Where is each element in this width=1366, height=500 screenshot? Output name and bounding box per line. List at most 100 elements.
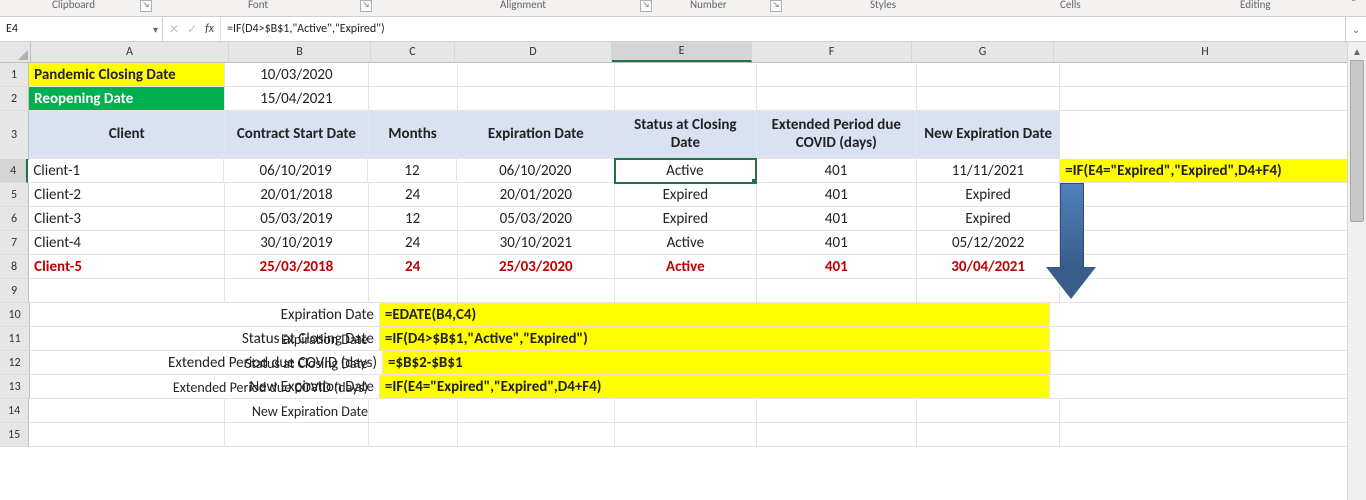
cell-A11[interactable] bbox=[30, 327, 232, 351]
scroll-up-icon[interactable]: ▲ bbox=[1348, 42, 1366, 61]
cell-G4[interactable]: 11/11/2021 bbox=[917, 159, 1061, 183]
cell-E5[interactable]: Expired bbox=[615, 183, 757, 207]
cell-C15[interactable] bbox=[369, 423, 458, 447]
cell-G7[interactable]: 05/12/2022 bbox=[917, 231, 1060, 255]
cell-F9[interactable] bbox=[757, 279, 917, 303]
name-box[interactable]: E4 ▾ bbox=[0, 17, 163, 41]
cell-C11-G11-formula[interactable]: =IF(D4>$B$1,"Active","Expired") bbox=[380, 327, 1050, 351]
cell-D8[interactable]: 25/03/2020 bbox=[458, 255, 616, 279]
cell-A6[interactable]: Client-3 bbox=[29, 207, 225, 231]
row-header-10[interactable]: 10 bbox=[0, 303, 30, 327]
cell-G2[interactable] bbox=[917, 87, 1060, 111]
cell-G3[interactable]: New Expiration Date bbox=[917, 111, 1060, 159]
cell-H14[interactable] bbox=[1060, 399, 1355, 423]
cell-H4[interactable]: =IF(E4="Expired","Expired",D4+F4) bbox=[1060, 159, 1355, 183]
cell-A1[interactable]: Pandemic Closing Date bbox=[29, 63, 225, 87]
cell-D2[interactable] bbox=[458, 87, 616, 111]
cell-D7[interactable]: 30/10/2021 bbox=[458, 231, 616, 255]
cell-C1[interactable] bbox=[369, 63, 458, 87]
cell-A13[interactable] bbox=[30, 375, 232, 399]
cell-C5[interactable]: 24 bbox=[369, 183, 458, 207]
cell-D15[interactable] bbox=[458, 423, 616, 447]
cell-F14[interactable] bbox=[757, 399, 917, 423]
alignment-launcher-icon[interactable]: ↘ bbox=[640, 0, 652, 12]
select-all-corner[interactable] bbox=[0, 42, 31, 62]
cell-H3[interactable] bbox=[1060, 111, 1355, 160]
cell-D5[interactable]: 20/01/2020 bbox=[458, 183, 616, 207]
cell-G6[interactable]: Expired bbox=[917, 207, 1060, 231]
clipboard-launcher-icon[interactable]: ↘ bbox=[140, 0, 152, 12]
cell-C9[interactable] bbox=[369, 279, 458, 303]
cell-C6[interactable]: 12 bbox=[369, 207, 458, 231]
vertical-scrollbar[interactable]: ▲ bbox=[1347, 42, 1366, 500]
cell-F1[interactable] bbox=[757, 63, 917, 87]
cell-G14[interactable] bbox=[917, 399, 1060, 423]
cell-B11[interactable]: Status at Closing Date bbox=[232, 327, 380, 351]
cell-G15[interactable] bbox=[917, 423, 1060, 447]
down-arrow-shape[interactable] bbox=[1046, 183, 1094, 301]
cell-B4[interactable]: 06/10/2019 bbox=[224, 159, 368, 183]
cell-H10[interactable] bbox=[1050, 303, 1355, 327]
cell-F15[interactable] bbox=[757, 423, 917, 447]
cell-E7[interactable]: Active bbox=[615, 231, 757, 255]
col-header-C[interactable]: C bbox=[371, 42, 455, 62]
row-header-6[interactable]: 6 bbox=[0, 207, 29, 231]
row-header-4[interactable]: 4 bbox=[0, 159, 28, 183]
cell-F3[interactable]: Extended Period due COVID (days) bbox=[757, 111, 917, 159]
cell-A3[interactable]: Client bbox=[29, 111, 225, 159]
cell-B5[interactable]: 20/01/2018 bbox=[225, 183, 368, 207]
cell-A14[interactable] bbox=[29, 399, 225, 423]
row-header-14[interactable]: 14 bbox=[0, 399, 29, 423]
cell-B1[interactable]: 10/03/2020 bbox=[225, 63, 368, 87]
cell-F6[interactable]: 401 bbox=[757, 207, 917, 231]
col-header-D[interactable]: D bbox=[455, 42, 612, 62]
collapse-ribbon-icon[interactable]: ˆ bbox=[1351, 0, 1356, 12]
font-launcher-icon[interactable]: ↘ bbox=[360, 0, 372, 12]
cell-E4-active[interactable]: Active bbox=[615, 159, 757, 183]
row-header-15[interactable]: 15 bbox=[0, 423, 29, 447]
cell-A8[interactable]: Client-5 bbox=[29, 255, 225, 279]
cell-B9[interactable] bbox=[225, 279, 368, 303]
col-header-E[interactable]: E bbox=[612, 42, 752, 62]
cell-A4[interactable]: Client-1 bbox=[28, 159, 224, 183]
cell-B3[interactable]: Contract Start Date bbox=[225, 111, 368, 159]
col-header-B[interactable]: B bbox=[229, 42, 371, 62]
cell-B13[interactable]: New Expiration Date bbox=[232, 375, 380, 399]
name-box-dropdown-icon[interactable]: ▾ bbox=[153, 23, 158, 36]
cancel-icon[interactable]: ✕ bbox=[169, 22, 179, 37]
row-header-13[interactable]: 13 bbox=[0, 375, 30, 399]
cell-H8[interactable] bbox=[1060, 255, 1355, 279]
cell-B15[interactable] bbox=[225, 423, 368, 447]
cell-F7[interactable]: 401 bbox=[757, 231, 917, 255]
row-header-11[interactable]: 11 bbox=[0, 327, 30, 351]
col-header-H[interactable]: H bbox=[1054, 42, 1357, 62]
cell-C2[interactable] bbox=[369, 87, 458, 111]
cell-H13[interactable] bbox=[1050, 375, 1355, 399]
cell-F4[interactable]: 401 bbox=[756, 159, 916, 183]
cell-D4[interactable]: 06/10/2020 bbox=[457, 159, 615, 183]
cell-D14[interactable] bbox=[458, 399, 616, 423]
row-header-8[interactable]: 8 bbox=[0, 255, 29, 279]
cell-C12-G12-formula[interactable]: =$B$2-$B$1 bbox=[383, 351, 1051, 375]
insert-function-icon[interactable]: fx bbox=[205, 22, 214, 36]
row-header-9[interactable]: 9 bbox=[0, 279, 29, 303]
cell-E15[interactable] bbox=[615, 423, 757, 447]
scroll-thumb[interactable] bbox=[1350, 60, 1364, 222]
col-header-A[interactable]: A bbox=[31, 42, 229, 62]
cell-B12[interactable]: Extended Period due COVID (days) bbox=[231, 351, 383, 375]
cell-C8[interactable]: 24 bbox=[369, 255, 458, 279]
cell-H12[interactable] bbox=[1051, 351, 1355, 375]
cell-C7[interactable]: 24 bbox=[369, 231, 458, 255]
row-header-1[interactable]: 1 bbox=[0, 63, 29, 87]
cell-C4[interactable]: 12 bbox=[368, 159, 457, 183]
cell-F8[interactable]: 401 bbox=[757, 255, 917, 279]
cell-A10[interactable] bbox=[30, 303, 232, 327]
cell-F5[interactable]: 401 bbox=[757, 183, 917, 207]
cell-H5[interactable] bbox=[1060, 183, 1355, 207]
cell-H1[interactable] bbox=[1060, 63, 1355, 87]
cell-E6[interactable]: Expired bbox=[615, 207, 757, 231]
cell-E9[interactable] bbox=[615, 279, 757, 303]
row-header-5[interactable]: 5 bbox=[0, 183, 29, 207]
cell-C3[interactable]: Months bbox=[369, 111, 458, 159]
row-header-7[interactable]: 7 bbox=[0, 231, 29, 255]
